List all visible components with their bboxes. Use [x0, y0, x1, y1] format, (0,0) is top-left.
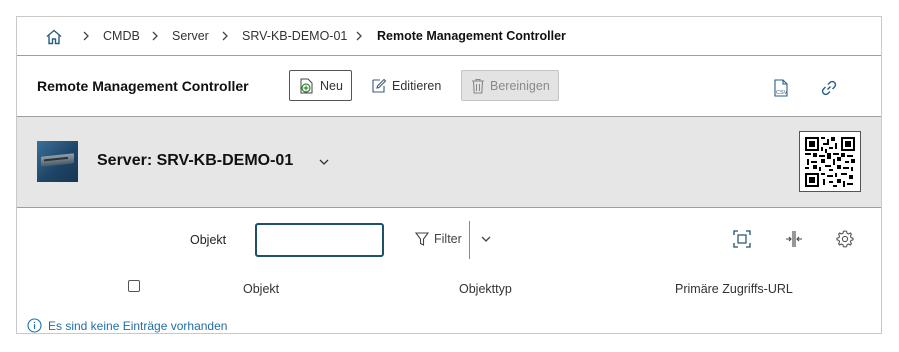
- chevron-right-icon: [83, 31, 89, 41]
- qr-code-icon[interactable]: [799, 131, 861, 192]
- filter-icon: [415, 232, 429, 246]
- breadcrumb-current: Remote Management Controller: [377, 29, 566, 43]
- info-icon: [27, 318, 42, 333]
- server-icon: [37, 141, 78, 182]
- filter-label: Objekt: [190, 233, 227, 247]
- divider: [469, 221, 470, 259]
- edit-button[interactable]: Editieren: [362, 70, 449, 101]
- fullscreen-icon[interactable]: [732, 229, 752, 249]
- purge-button-label: Bereinigen: [490, 78, 550, 93]
- breadcrumb-cmdb[interactable]: CMDB: [103, 29, 140, 43]
- trash-icon: [472, 78, 484, 94]
- new-button[interactable]: Neu: [289, 70, 352, 101]
- empty-state-message: Es sind keine Einträge vorhanden: [27, 318, 227, 333]
- chevron-right-icon: [222, 31, 228, 41]
- chevron-down-icon[interactable]: [317, 155, 331, 169]
- chevron-down-icon[interactable]: [479, 232, 493, 246]
- object-header: Server: SRV-KB-DEMO-01: [17, 117, 881, 208]
- page-title: Remote Management Controller: [37, 78, 249, 94]
- settings-icon[interactable]: [835, 229, 855, 249]
- edit-button-label: Editieren: [392, 78, 442, 93]
- chevron-right-icon: [152, 31, 158, 41]
- toolbar: Remote Management Controller Neu Editier…: [17, 56, 881, 117]
- select-all-checkbox[interactable]: [128, 280, 140, 292]
- filter-input[interactable]: [255, 223, 384, 257]
- purge-button[interactable]: Bereinigen: [461, 70, 559, 101]
- csv-export-icon[interactable]: CSV: [771, 78, 791, 98]
- breadcrumb: CMDB Server SRV-KB-DEMO-01 Remote Manage…: [17, 17, 881, 56]
- column-header-primary-url[interactable]: Primäre Zugriffs-URL: [675, 282, 793, 296]
- svg-text:CSV: CSV: [776, 90, 788, 96]
- filter-button[interactable]: Filter: [415, 229, 462, 249]
- column-header-object-type[interactable]: Objekttyp: [459, 282, 512, 296]
- new-document-icon: [300, 78, 313, 93]
- new-button-label: Neu: [320, 78, 343, 93]
- breadcrumb-srv-kb-demo-01[interactable]: SRV-KB-DEMO-01: [242, 29, 347, 43]
- empty-state-text: Es sind keine Einträge vorhanden: [48, 318, 228, 333]
- main-panel: CMDB Server SRV-KB-DEMO-01 Remote Manage…: [16, 16, 882, 334]
- edit-icon: [372, 78, 387, 93]
- object-title: Server: SRV-KB-DEMO-01: [97, 152, 294, 169]
- column-width-icon[interactable]: [784, 229, 804, 249]
- filter-button-label: Filter: [434, 232, 462, 246]
- column-header-object[interactable]: Objekt: [243, 282, 279, 296]
- link-icon[interactable]: [819, 78, 839, 98]
- home-icon[interactable]: [45, 28, 63, 46]
- chevron-right-icon: [356, 31, 362, 41]
- breadcrumb-server[interactable]: Server: [172, 29, 209, 43]
